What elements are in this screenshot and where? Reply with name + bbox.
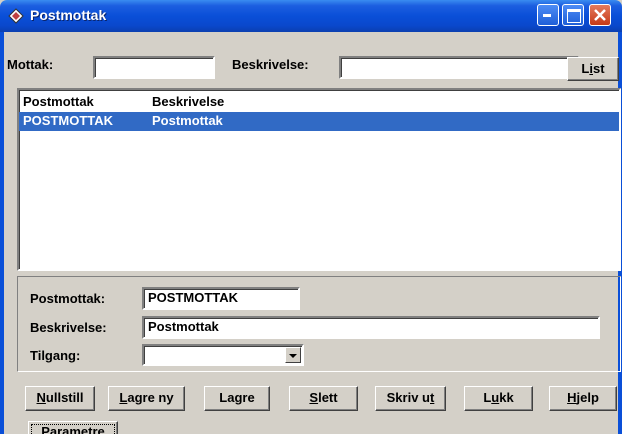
title-bar[interactable]: Postmottak <box>0 0 622 32</box>
window-frame-left <box>0 32 4 434</box>
beskrivelse-label: Beskrivelse: <box>30 320 107 335</box>
minimize-button[interactable] <box>537 4 559 26</box>
tilgang-label: Tilgang: <box>30 348 81 363</box>
list-button[interactable]: List <box>567 57 619 81</box>
detail-panel: Postmottak: POSTMOTTAK Beskrivelse: Post… <box>17 276 621 372</box>
postmottak-list[interactable]: Postmottak Beskrivelse POSTMOTTAK Postmo… <box>17 88 621 271</box>
column-header-beskrivelse[interactable]: Beskrivelse <box>152 94 224 109</box>
slett-button[interactable]: Slett <box>289 386 358 411</box>
postmottak-field[interactable]: POSTMOTTAK <box>142 287 300 310</box>
beskrivelse-filter-label: Beskrivelse: <box>232 57 309 72</box>
window-title: Postmottak <box>30 7 107 23</box>
lagre-button[interactable]: Lagre <box>204 386 270 411</box>
parametre-button[interactable]: Parametre <box>28 421 118 434</box>
hjelp-button[interactable]: Hjelp <box>549 386 617 411</box>
list-row-selected[interactable]: POSTMOTTAK Postmottak <box>19 112 619 131</box>
mottak-label: Mottak: <box>7 57 54 72</box>
skriv-ut-button[interactable]: Skriv ut <box>375 386 446 411</box>
column-header-postmottak[interactable]: Postmottak <box>23 94 94 109</box>
close-button[interactable] <box>589 4 611 26</box>
app-icon <box>8 8 24 24</box>
beskrivelse-field[interactable]: Postmottak <box>142 316 600 339</box>
maximize-button[interactable] <box>562 4 584 26</box>
window: Postmottak Mottak: Beskrivelse: List Pos… <box>0 0 622 434</box>
row-postmottak: POSTMOTTAK <box>23 113 114 128</box>
lukk-button[interactable]: Lukk <box>464 386 533 411</box>
lagre-ny-button[interactable]: Lagre ny <box>108 386 185 411</box>
mottak-filter-input[interactable] <box>93 56 215 79</box>
tilgang-select[interactable] <box>142 344 304 366</box>
close-icon <box>594 9 606 21</box>
beskrivelse-filter-input[interactable] <box>339 56 579 79</box>
chevron-down-icon[interactable] <box>285 347 301 363</box>
row-beskrivelse: Postmottak <box>152 113 223 128</box>
nullstill-button[interactable]: Nullstill <box>25 386 95 411</box>
postmottak-label: Postmottak: <box>30 291 106 306</box>
